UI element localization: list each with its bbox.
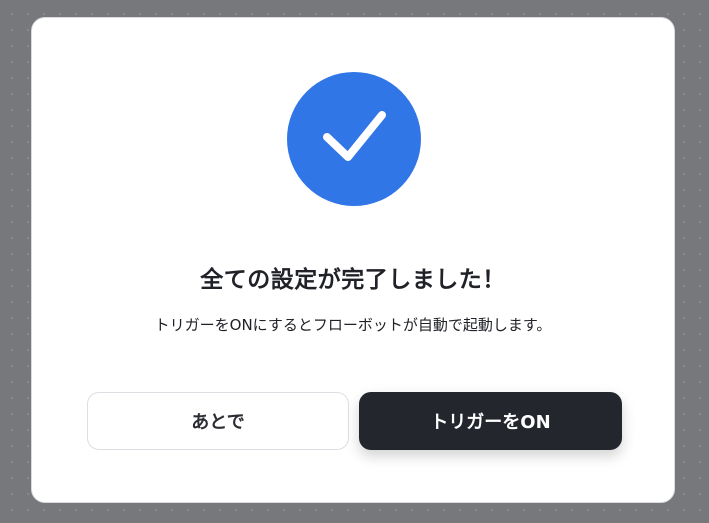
dialog-title: 全ての設定が完了しました！: [200, 267, 506, 293]
success-badge: [287, 72, 421, 206]
trigger-on-button[interactable]: トリガーをON: [359, 392, 622, 450]
later-button[interactable]: あとで: [87, 392, 349, 450]
completion-dialog: 全ての設定が完了しました！ トリガーをONにするとフローボットが自動で起動します…: [31, 17, 675, 503]
checkmark-icon: [323, 111, 386, 161]
dialog-message: トリガーをONにするとフローボットが自動で起動します。: [154, 316, 552, 334]
